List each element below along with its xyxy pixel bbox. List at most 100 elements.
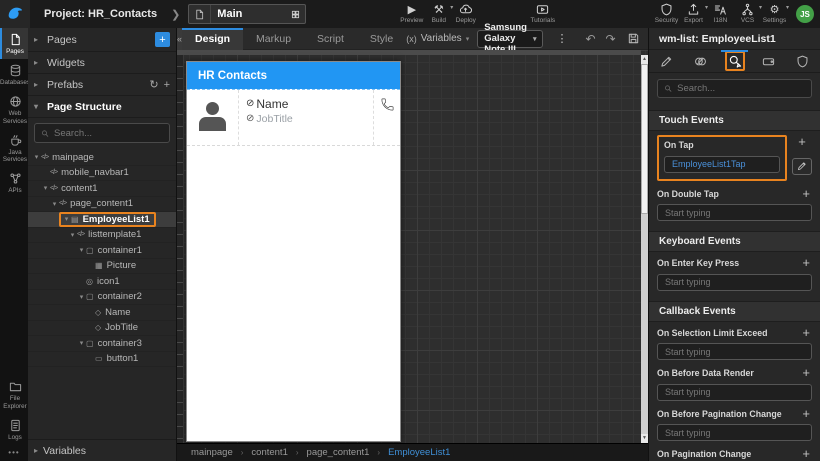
refresh-icon[interactable]: ↻ <box>149 78 158 91</box>
section-page-structure[interactable]: ▾ Page Structure <box>28 96 176 118</box>
tree-item-employeelist1[interactable]: ▾ ▤ EmployeeList1 <box>28 212 176 228</box>
add-on-selection-limit-action-button[interactable]: + <box>800 327 812 339</box>
save-button[interactable] <box>627 32 640 45</box>
tree-item-mainpage[interactable]: ▾ </> mainpage <box>28 150 176 166</box>
vcs-button[interactable]: VCS ▾ <box>734 0 761 28</box>
tree-item-picture[interactable]: ▦ Picture <box>28 259 176 275</box>
design-canvas[interactable]: HR Contacts ⊘ Name <box>177 50 648 443</box>
expand-arrow-icon[interactable]: ▾ <box>77 293 86 301</box>
tree-item-mobile-navbar1[interactable]: </> mobile_navbar1 <box>28 166 176 182</box>
add-on-before-pagination-action-button[interactable]: + <box>800 408 812 420</box>
call-button-cell[interactable] <box>373 90 400 145</box>
variables-dropdown[interactable]: (x) Variables ▾ <box>406 33 469 44</box>
add-on-before-data-render-action-button[interactable]: + <box>800 367 812 379</box>
tab-style[interactable]: Style <box>357 28 406 50</box>
text-cell[interactable]: ⊘ Name ⊘ JobTitle <box>239 90 373 145</box>
rail-item-logs[interactable]: Logs <box>0 414 28 445</box>
expand-arrow-icon[interactable]: ▾ <box>77 246 86 254</box>
scroll-down-icon[interactable]: ▼ <box>641 434 648 443</box>
phone-preview[interactable]: HR Contacts ⊘ Name <box>186 61 401 442</box>
i18n-button[interactable]: I18N <box>707 0 734 28</box>
tutorials-button[interactable]: Tutorials <box>529 0 556 28</box>
scrollbar-thumb[interactable] <box>641 64 648 214</box>
canvas-scrollbar[interactable]: ▲ ▼ <box>641 55 648 443</box>
preview-button[interactable]: ▶ Preview <box>398 0 425 28</box>
jobtitle-label[interactable]: JobTitle <box>256 113 292 125</box>
breadcrumb-page-content1[interactable]: page_content1 <box>307 447 370 458</box>
expand-arrow-icon[interactable]: ▾ <box>50 200 59 208</box>
add-on-pagination-action-button[interactable]: + <box>800 448 812 460</box>
expand-arrow-icon[interactable]: ▾ <box>62 215 71 223</box>
tree-item-icon1[interactable]: ◎ icon1 <box>28 274 176 290</box>
events-search-input[interactable] <box>677 83 805 94</box>
tree-item-container2[interactable]: ▾ ▢ container2 <box>28 290 176 306</box>
on-enter-key-press-input[interactable] <box>657 274 812 291</box>
settings-button[interactable]: ⚙ Settings ▾ <box>761 0 788 28</box>
section-widgets[interactable]: ▸ Widgets <box>28 52 176 74</box>
structure-search-input[interactable] <box>54 128 163 139</box>
tree-item-container1[interactable]: ▾ ▢ container1 <box>28 243 176 259</box>
grid-icon[interactable] <box>285 9 305 20</box>
tab-properties[interactable] <box>649 50 683 72</box>
add-on-enter-action-button[interactable]: + <box>800 257 812 269</box>
tree-item-content1[interactable]: ▾ </> content1 <box>28 181 176 197</box>
wavemaker-logo[interactable] <box>0 0 30 28</box>
tree-item-name[interactable]: ◇ Name <box>28 305 176 321</box>
edit-script-button[interactable] <box>792 158 812 175</box>
expand-arrow-icon[interactable]: ▾ <box>68 231 77 239</box>
rail-item-databases[interactable]: Databases <box>0 59 28 90</box>
rail-item-apis[interactable]: APIs <box>0 167 28 198</box>
rail-item-file-explorer[interactable]: File Explorer <box>0 375 28 413</box>
tab-markup[interactable]: Markup <box>243 28 304 50</box>
expand-arrow-icon[interactable]: ▾ <box>32 153 41 161</box>
breadcrumb-employeelist1[interactable]: EmployeeList1 <box>388 447 450 458</box>
rail-item-java-services[interactable]: Java Services <box>0 129 28 167</box>
tab-security[interactable] <box>786 50 820 72</box>
tab-script[interactable]: Script <box>304 28 357 50</box>
breadcrumb-mainpage[interactable]: mainpage <box>191 447 233 458</box>
rail-item-pages[interactable]: Pages <box>0 28 28 59</box>
build-button[interactable]: ⚒ Build ▾ <box>425 0 452 28</box>
add-on-double-tap-action-button[interactable]: + <box>800 188 812 200</box>
export-button[interactable]: Export ▾ <box>680 0 707 28</box>
tree-item-jobtitle[interactable]: ◇ JobTitle <box>28 321 176 337</box>
security-button[interactable]: Security <box>653 0 680 28</box>
on-double-tap-input[interactable] <box>657 204 812 221</box>
tab-device[interactable] <box>752 50 786 72</box>
section-prefabs[interactable]: ▸ Prefabs ↻ + <box>28 74 176 96</box>
picture-cell[interactable] <box>187 90 239 145</box>
user-avatar[interactable]: JS <box>796 5 814 23</box>
expand-arrow-icon[interactable]: ▾ <box>41 184 50 192</box>
deploy-button[interactable]: Deploy <box>452 0 479 28</box>
page-selector[interactable]: Main <box>188 4 306 24</box>
tree-item-listtemplate1[interactable]: ▾ </> listtemplate1 <box>28 228 176 244</box>
on-before-pagination-change-input[interactable] <box>657 424 812 441</box>
tab-events[interactable] <box>717 50 751 72</box>
on-selection-limit-exceed-input[interactable] <box>657 343 812 360</box>
redo-button[interactable]: ↷ <box>606 32 616 46</box>
add-on-tap-action-button[interactable]: + <box>796 136 808 148</box>
expand-arrow-icon[interactable]: ▾ <box>77 339 86 347</box>
device-selector[interactable]: Samsung Galaxy Note III ▾ <box>477 30 543 48</box>
add-prefab-button[interactable]: + <box>164 79 170 91</box>
mobile-navbar[interactable]: HR Contacts <box>187 62 400 89</box>
undo-button[interactable]: ↶ <box>585 32 595 46</box>
on-tap-input[interactable] <box>664 156 780 173</box>
employee-list-item[interactable]: ⊘ Name ⊘ JobTitle <box>187 89 400 146</box>
more-options-icon[interactable]: ••• <box>0 445 28 461</box>
tree-item-button1[interactable]: ▭ button1 <box>28 352 176 368</box>
on-before-data-render-input[interactable] <box>657 384 812 401</box>
tree-item-page-content1[interactable]: ▾ </> page_content1 <box>28 197 176 213</box>
breadcrumb-content1[interactable]: content1 <box>251 447 287 458</box>
section-pages[interactable]: ▸ Pages + <box>28 28 176 52</box>
add-page-button[interactable]: + <box>155 32 170 47</box>
more-menu-icon[interactable]: ⋮ <box>556 32 567 45</box>
scroll-up-icon[interactable]: ▲ <box>641 55 648 64</box>
rail-item-web-services[interactable]: Web Services <box>0 90 28 128</box>
tab-design[interactable]: Design <box>182 28 243 50</box>
name-label[interactable]: Name <box>256 97 288 111</box>
events-search[interactable] <box>657 79 812 98</box>
tree-item-container3[interactable]: ▾ ▢ container3 <box>28 336 176 352</box>
section-variables[interactable]: ▸ Variables <box>28 439 176 461</box>
tab-styles[interactable] <box>683 50 717 72</box>
